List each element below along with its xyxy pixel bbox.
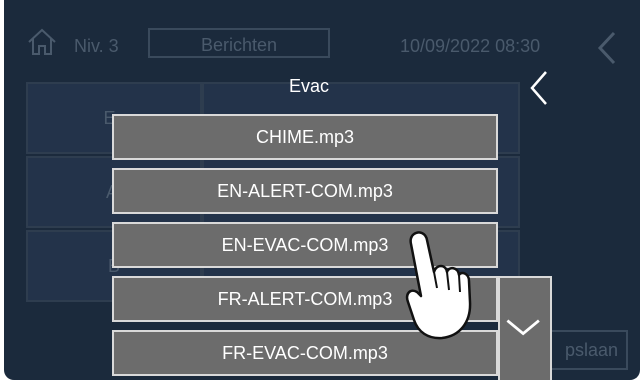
- list-item-en-alert[interactable]: EN-ALERT-COM.mp3: [112, 168, 498, 214]
- list-item-chime[interactable]: CHIME.mp3: [112, 114, 498, 160]
- home-icon[interactable]: [26, 26, 58, 58]
- touch-screen: Niv. 3 Berichten 10/09/2022 08:30 Ev Al …: [4, 0, 640, 380]
- chevron-left-icon[interactable]: [526, 68, 552, 108]
- hand-pointer-icon: [405, 231, 472, 340]
- list-item-label: CHIME.mp3: [255, 126, 354, 147]
- level-label: Niv. 3: [74, 36, 119, 56]
- dialog-title: Evac: [288, 76, 330, 96]
- scroll-down-button[interactable]: [498, 276, 552, 380]
- messages-button[interactable]: Berichten: [148, 28, 330, 58]
- list-item-label: FR-EVAC-COM.mp3: [222, 342, 388, 363]
- datetime: 10/09/2022 08:30: [400, 36, 541, 56]
- list-item-label: EN-EVAC-COM.mp3: [221, 234, 389, 255]
- chevron-down-icon: [506, 319, 540, 336]
- save-button[interactable]: pslaan: [548, 330, 628, 370]
- list-item-label: EN-ALERT-COM.mp3: [217, 180, 393, 201]
- back-chevron-icon[interactable]: [594, 30, 620, 66]
- list-item-label: FR-ALERT-COM.mp3: [217, 288, 393, 309]
